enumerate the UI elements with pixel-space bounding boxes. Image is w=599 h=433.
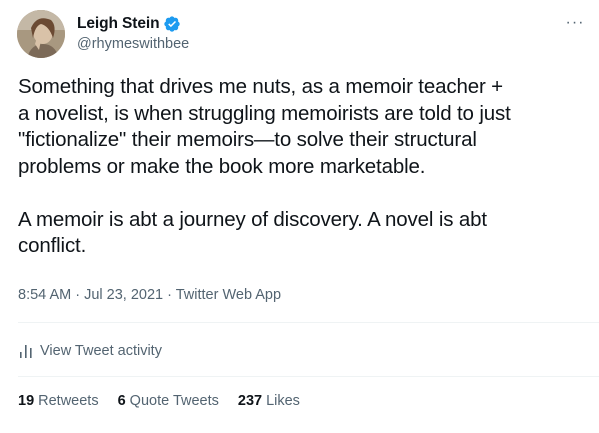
- meta-separator: ·: [167, 287, 176, 303]
- likes-label: Likes: [266, 393, 300, 409]
- divider: [18, 376, 599, 377]
- view-tweet-activity-link[interactable]: View Tweet activity: [18, 340, 162, 362]
- tweet-text: Something that drives me nuts, as a memo…: [18, 75, 511, 257]
- retweets-count: 19: [18, 393, 35, 409]
- author-display-name[interactable]: Leigh Stein: [77, 15, 160, 33]
- quote-tweets-stat[interactable]: 6 Quote Tweets: [118, 393, 219, 409]
- retweets-stat[interactable]: 19 Retweets: [18, 393, 99, 409]
- tweet-meta: 8:54 AM · Jul 23, 2021 · Twitter Web App: [18, 287, 281, 303]
- divider: [18, 322, 599, 323]
- retweets-label: Retweets: [38, 393, 99, 409]
- tweet-date[interactable]: Jul 23, 2021: [84, 287, 163, 303]
- author-name-row[interactable]: Leigh Stein: [77, 13, 181, 35]
- likes-stat[interactable]: 237 Likes: [238, 393, 300, 409]
- view-tweet-activity-label[interactable]: View Tweet activity: [40, 343, 162, 359]
- meta-separator: ·: [75, 287, 85, 303]
- more-horizontal-icon[interactable]: ···: [563, 13, 587, 33]
- quote-tweets-count: 6: [117, 393, 126, 409]
- tweet-stats: 19 Retweets 6 Quote Tweets 237 Likes: [18, 393, 319, 409]
- bar-chart-icon: [18, 343, 34, 359]
- likes-count: 237: [237, 393, 263, 409]
- verified-badge-icon: [163, 15, 181, 33]
- tweet-time[interactable]: 8:54 AM: [18, 287, 71, 303]
- author-handle[interactable]: @rhymeswithbee: [77, 36, 189, 52]
- tweet-card: Leigh Stein @rhymeswithbee ··· Something…: [0, 0, 599, 433]
- quote-tweets-label: Quote Tweets: [129, 393, 219, 409]
- avatar[interactable]: [17, 10, 65, 58]
- tweet-source[interactable]: Twitter Web App: [176, 287, 281, 303]
